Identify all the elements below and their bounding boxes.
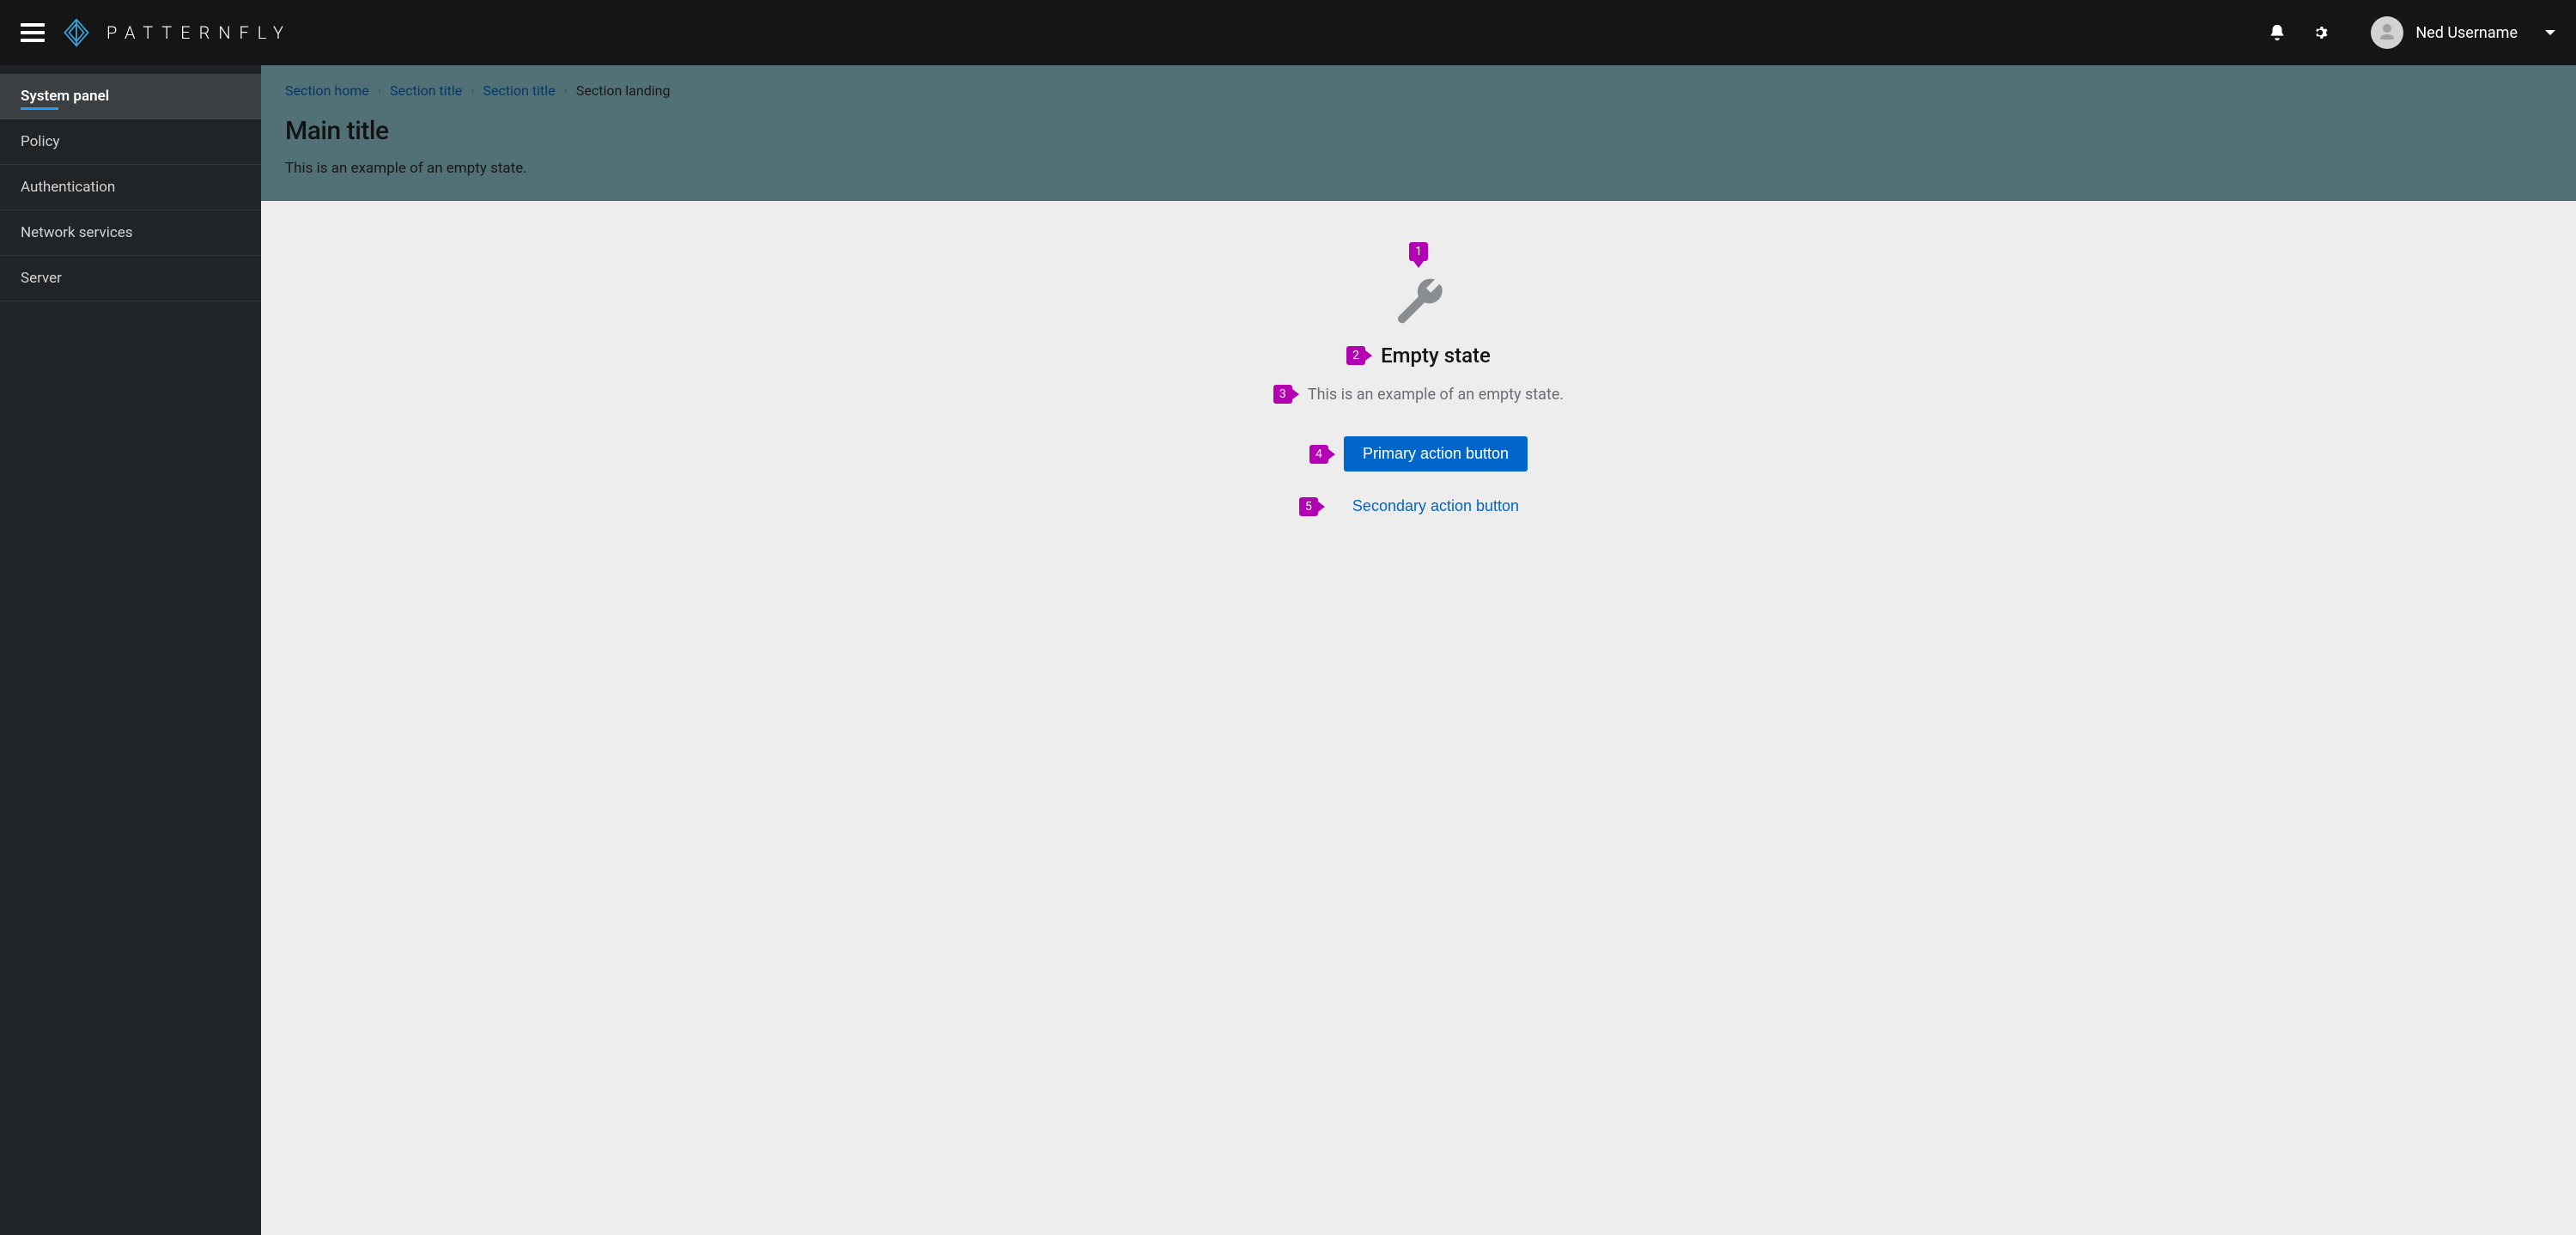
secondary-action-button[interactable]: Secondary action button (1334, 489, 1538, 524)
annotation-marker-5: 5 (1299, 497, 1318, 516)
annotation-marker-3: 3 (1273, 385, 1292, 404)
caret-down-icon (2545, 30, 2555, 35)
settings-gear-icon[interactable] (2311, 23, 2330, 42)
notifications-icon[interactable] (2268, 23, 2287, 42)
chevron-right-icon: › (471, 84, 474, 98)
brand-name: PATTERNFLY (106, 22, 292, 43)
empty-state: 1 2 Empty state 3 This is an example of … (261, 201, 2576, 593)
nav-toggle-button[interactable] (21, 23, 45, 42)
chevron-right-icon: › (378, 84, 381, 98)
sidebar-item-label: Network services (21, 224, 133, 241)
user-menu-toggle[interactable]: Ned Username (2354, 16, 2555, 49)
sidebar-item-label: Authentication (21, 179, 115, 196)
header-tools: Ned Username (2268, 16, 2555, 49)
sidebar-nav: System panel Policy Authentication Netwo… (0, 65, 261, 1235)
user-name: Ned Username (2415, 24, 2518, 42)
global-header: PATTERNFLY Ned Username (0, 0, 2576, 65)
patternfly-logo-icon (62, 18, 91, 47)
brand-logo[interactable]: PATTERNFLY (62, 18, 292, 47)
sidebar-item-label: System panel (21, 88, 109, 105)
page-header: Section home › Section title › Section t… (261, 65, 2576, 201)
breadcrumb-link[interactable]: Section title (390, 82, 462, 99)
sidebar-item-label: Policy (21, 133, 60, 150)
annotation-marker-2: 2 (1346, 346, 1365, 365)
chevron-right-icon: › (564, 84, 568, 98)
wrench-icon (1393, 275, 1444, 326)
breadcrumb-link[interactable]: Section title (483, 82, 555, 99)
page-subtitle: This is an example of an empty state. (285, 160, 2552, 177)
empty-state-body: This is an example of an empty state. (1308, 386, 1564, 404)
breadcrumb: Section home › Section title › Section t… (285, 82, 2552, 99)
page-title: Main title (285, 116, 2552, 146)
breadcrumb-link[interactable]: Section home (285, 82, 369, 99)
sidebar-item-policy[interactable]: Policy (0, 119, 261, 165)
sidebar-item-system-panel[interactable]: System panel (0, 74, 261, 119)
sidebar-item-server[interactable]: Server (0, 256, 261, 301)
annotation-marker-4: 4 (1309, 445, 1328, 464)
sidebar-item-authentication[interactable]: Authentication (0, 165, 261, 210)
breadcrumb-current: Section landing (576, 82, 671, 99)
sidebar-item-network-services[interactable]: Network services (0, 210, 261, 256)
main-content: Section home › Section title › Section t… (261, 65, 2576, 1235)
avatar-icon (2371, 16, 2403, 49)
sidebar-item-label: Server (21, 270, 62, 287)
primary-action-button[interactable]: Primary action button (1344, 436, 1528, 471)
annotation-marker-1: 1 (1409, 242, 1428, 261)
empty-state-title: Empty state (1381, 344, 1491, 368)
